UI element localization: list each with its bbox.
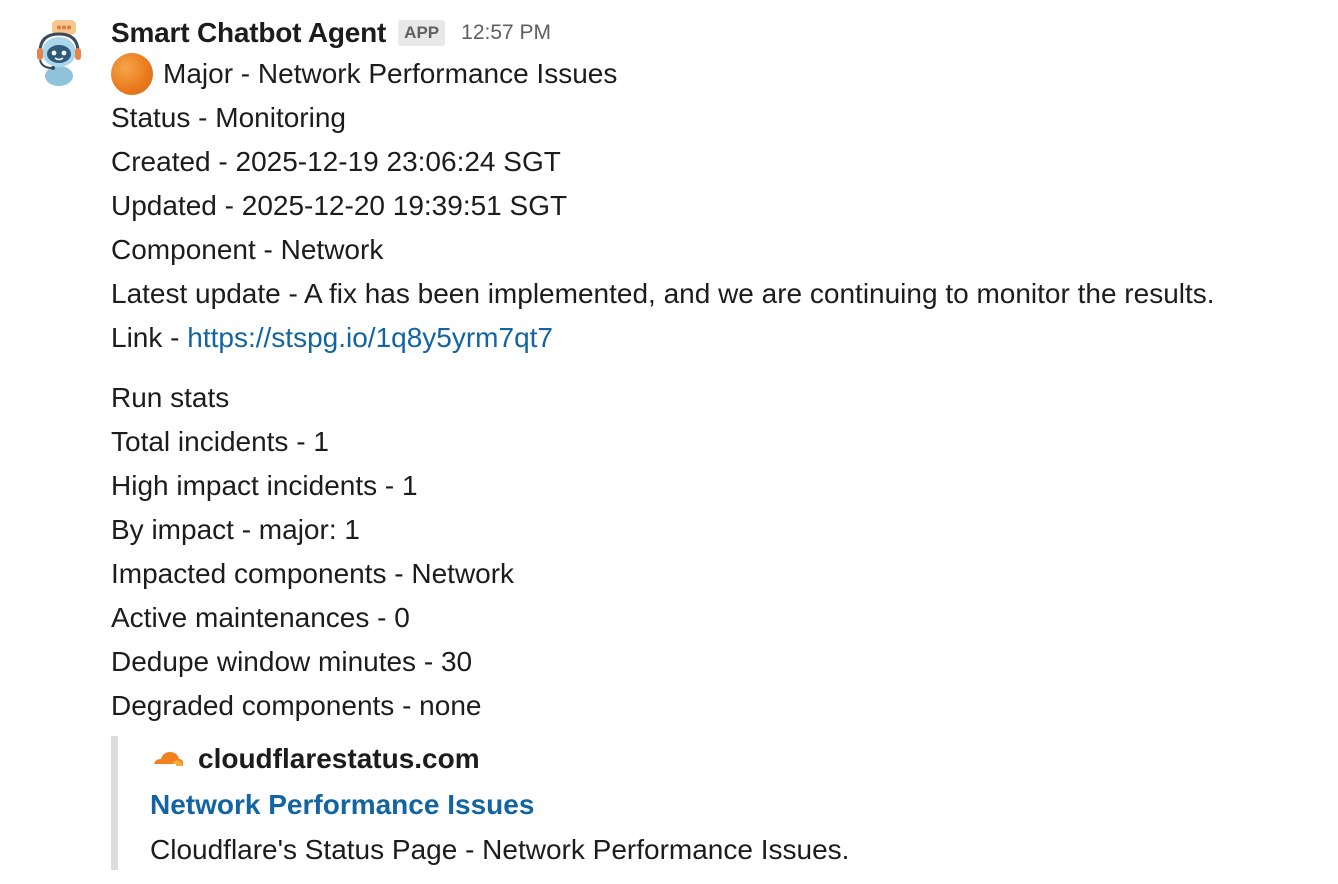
incident-status: Status - Monitoring <box>111 102 346 133</box>
run-stats-heading: Run stats <box>111 382 230 413</box>
avatar[interactable] <box>28 18 90 88</box>
orange-circle-icon <box>111 53 153 95</box>
attachment-title: Network Performance Issues <box>150 782 1050 828</box>
attachment-title-link[interactable]: Network Performance Issues <box>150 789 534 820</box>
cloudflare-icon <box>154 752 183 766</box>
attachment-source: cloudflarestatus.com <box>150 736 1050 782</box>
attachment-source-name: cloudflarestatus.com <box>198 743 480 774</box>
app-badge: APP <box>398 20 446 46</box>
incident-link[interactable]: https://stspg.io/1q8y5yrm7qt7 <box>187 322 553 353</box>
attachment-description: Cloudflare's Status Page - Network Perfo… <box>150 834 850 865</box>
robot-headset-icon <box>37 20 81 86</box>
stat-degraded-components: Degraded components - none <box>111 690 482 721</box>
stat-by-impact: By impact - major: 1 <box>111 514 360 545</box>
stat-active-maintenances: Active maintenances - 0 <box>111 602 410 633</box>
stat-impacted-components: Impacted components - Network <box>111 558 515 589</box>
incident-latest-update: Latest update - A fix has been implement… <box>111 278 1215 309</box>
incident-link-line: Link - https://stspg.io/1q8y5yrm7qt7 <box>111 316 1321 360</box>
stat-high-impact: High impact incidents - 1 <box>111 470 418 501</box>
incident-title-line: Major - Network Performance Issues <box>111 52 1321 96</box>
link-label: Link - <box>111 322 188 353</box>
timestamp[interactable]: 12:57 PM <box>461 21 551 45</box>
incident-updated: Updated - 2025-12-20 19:39:51 SGT <box>111 190 568 221</box>
incident-title: Major - Network Performance Issues <box>163 58 618 89</box>
stat-total-incidents: Total incidents - 1 <box>111 426 329 457</box>
stat-dedupe-window: Dedupe window minutes - 30 <box>111 646 473 677</box>
message-header: Smart Chatbot Agent APP 12:57 PM <box>111 14 1321 52</box>
sender-name[interactable]: Smart Chatbot Agent <box>111 17 386 49</box>
incident-created: Created - 2025-12-19 23:06:24 SGT <box>111 146 561 177</box>
message-content: Smart Chatbot Agent APP 12:57 PM Major -… <box>111 14 1321 870</box>
incident-component: Component - Network <box>111 234 384 265</box>
link-preview-attachment: cloudflarestatus.com Network Performance… <box>111 736 1050 870</box>
chat-message: Smart Chatbot Agent APP 12:57 PM Major -… <box>0 0 1338 884</box>
